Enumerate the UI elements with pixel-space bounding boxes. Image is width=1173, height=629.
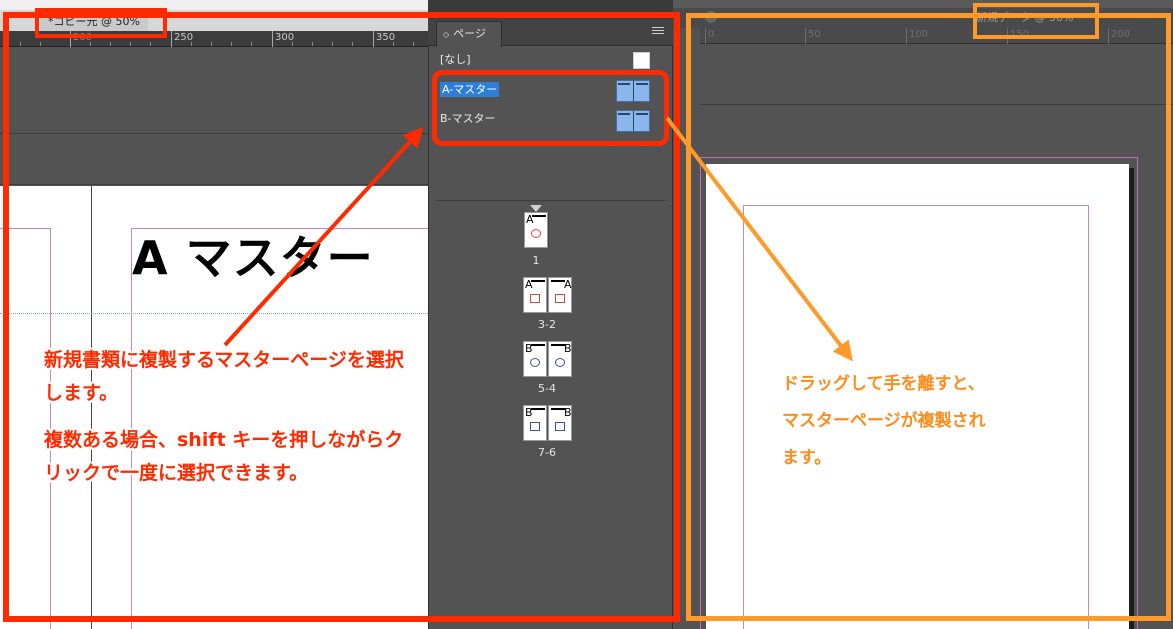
instruction-line: リックで一度に選択できます。 — [44, 462, 309, 484]
master-selection-highlight — [432, 70, 669, 146]
target-window-highlight — [686, 13, 1171, 621]
instruction-line: ます。 — [782, 448, 832, 468]
instruction-line: 複数ある場合、shift キーを押しながらク — [44, 429, 404, 451]
instruction-line: します。 — [44, 382, 119, 404]
instruction-line: ドラッグして手を離すと、 — [782, 374, 985, 394]
instruction-line: 新規書類に複製するマスターページを選択 — [44, 349, 404, 371]
instruction-line: マスターページが複製され — [782, 411, 986, 431]
